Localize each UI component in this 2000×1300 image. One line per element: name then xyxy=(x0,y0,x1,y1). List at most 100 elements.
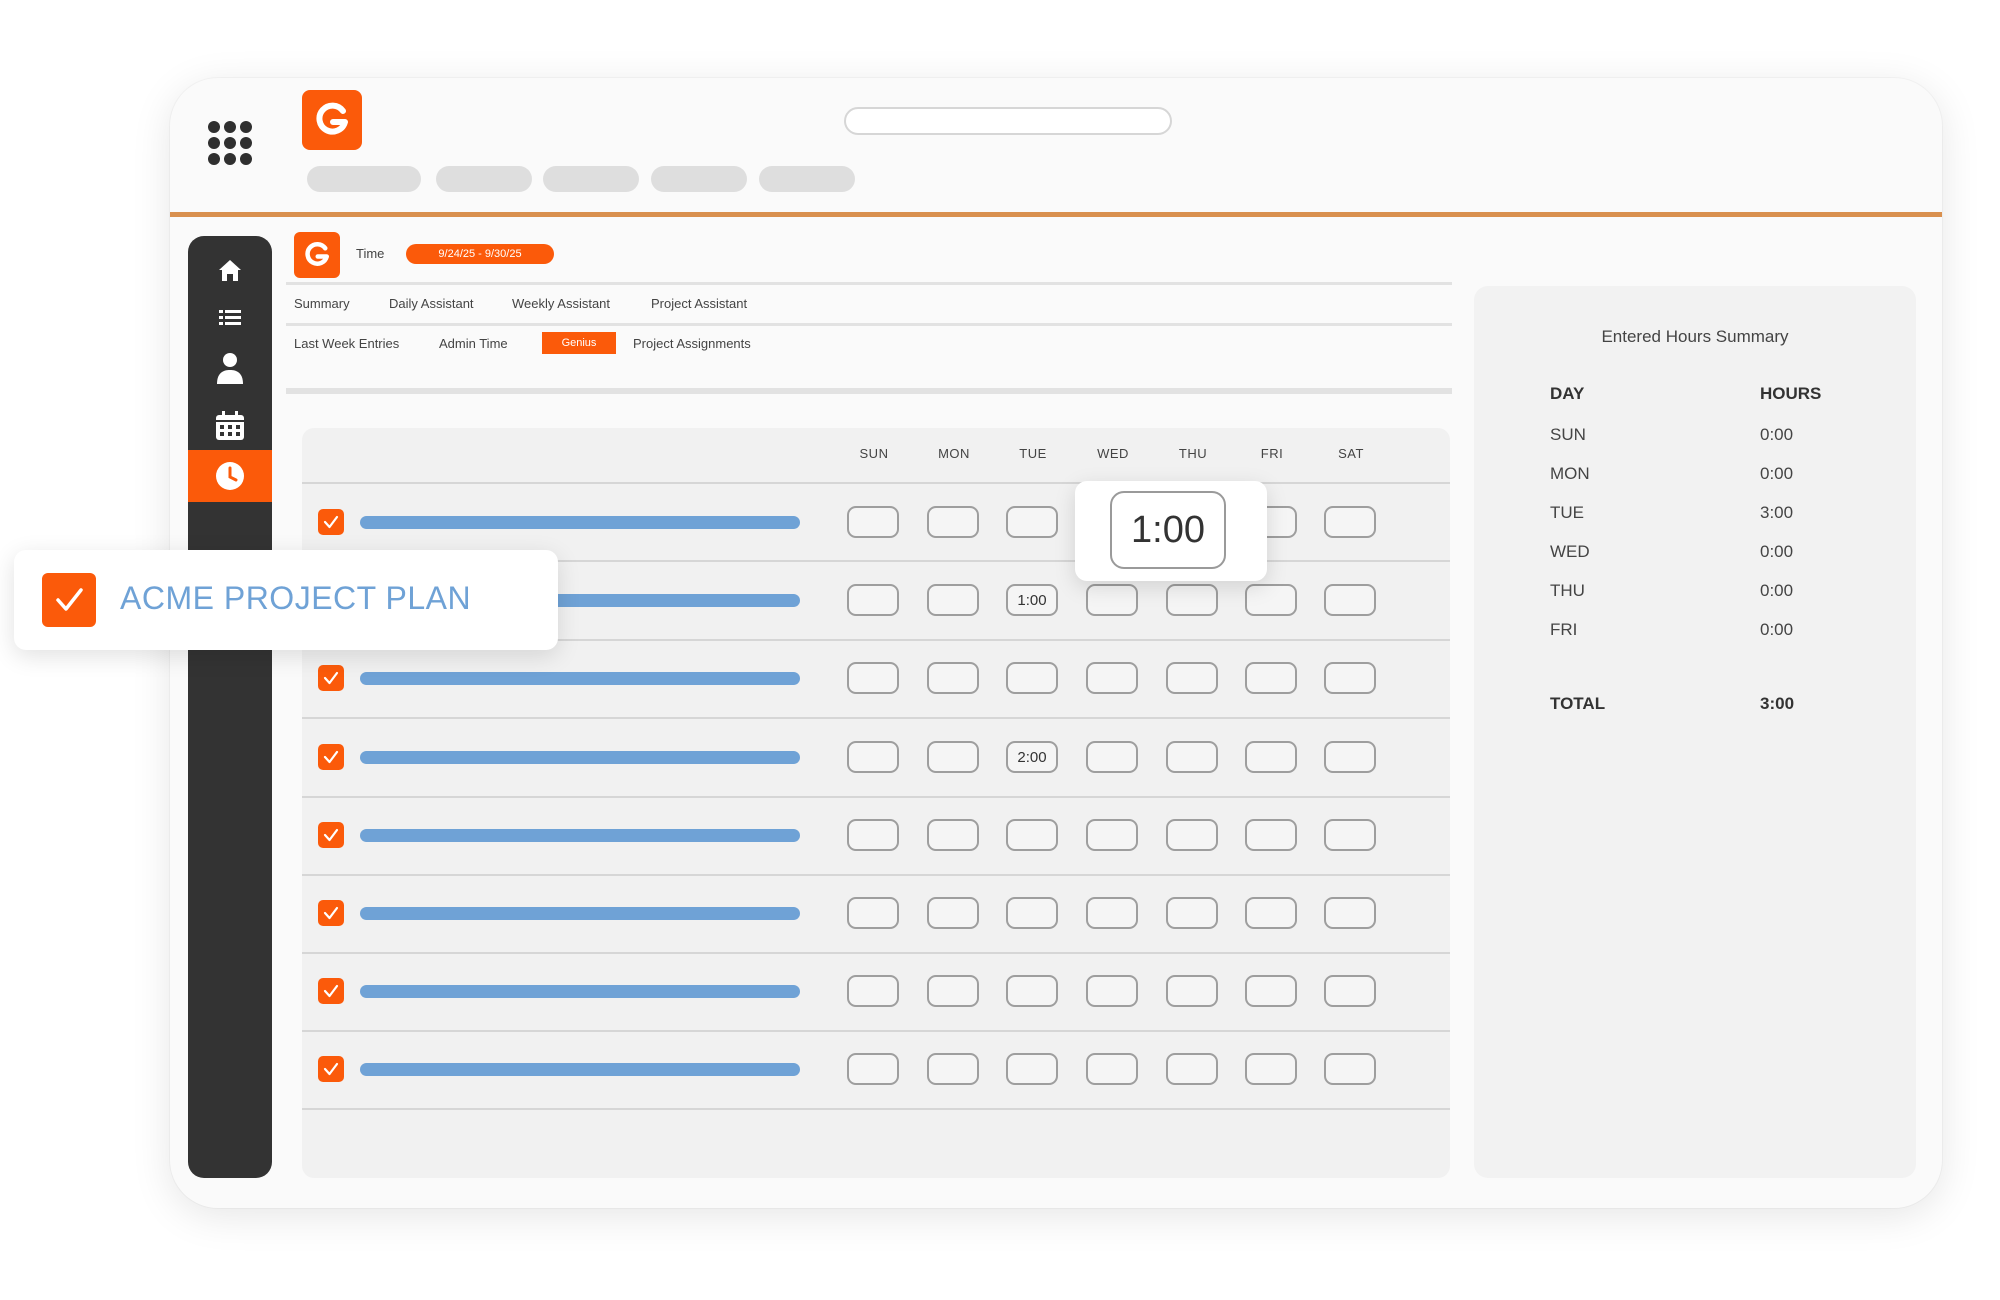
hours-cell-sun[interactable] xyxy=(847,897,899,929)
summary-hours: 0:00 xyxy=(1760,581,1794,600)
hours-cell-tue[interactable]: 2:00 xyxy=(1006,741,1058,773)
tab-weekly-assistant[interactable]: Weekly Assistant xyxy=(512,296,610,311)
hours-cell-sat[interactable] xyxy=(1324,897,1376,929)
hours-cell-mon[interactable] xyxy=(927,741,979,773)
hours-cell-fri[interactable] xyxy=(1245,584,1297,616)
apps-grid-icon[interactable] xyxy=(208,121,252,165)
hours-cell-mon[interactable] xyxy=(927,506,979,538)
hours-cell-sun[interactable] xyxy=(847,584,899,616)
hours-cell-mon[interactable] xyxy=(927,1053,979,1085)
tab-genius[interactable]: Genius xyxy=(542,332,616,354)
hours-cell-wed[interactable] xyxy=(1086,975,1138,1007)
hours-cell-tue[interactable] xyxy=(1006,1053,1058,1085)
hours-cell-thu[interactable] xyxy=(1166,741,1218,773)
row-checkbox[interactable] xyxy=(318,1056,344,1082)
hours-cell-fri[interactable] xyxy=(1245,741,1297,773)
hours-cell-tue[interactable] xyxy=(1006,662,1058,694)
search-input[interactable] xyxy=(844,107,1172,135)
hours-cell-wed[interactable] xyxy=(1086,1053,1138,1085)
tab-last-week-entries[interactable]: Last Week Entries xyxy=(294,336,399,351)
check-icon xyxy=(323,750,339,764)
nav-pill-4[interactable] xyxy=(651,166,747,192)
hours-cell-sun[interactable] xyxy=(847,975,899,1007)
hours-cell-thu[interactable] xyxy=(1166,975,1218,1007)
hours-cell-wed[interactable] xyxy=(1086,662,1138,694)
project-checkbox[interactable] xyxy=(42,573,96,627)
calendar-icon[interactable] xyxy=(188,404,272,448)
hours-cell-mon[interactable] xyxy=(927,584,979,616)
hours-cell-tue[interactable] xyxy=(1006,975,1058,1007)
list-icon[interactable] xyxy=(188,296,272,340)
nav-pill-1[interactable] xyxy=(307,166,421,192)
hours-cell-fri[interactable] xyxy=(1245,662,1297,694)
hours-cell-fri[interactable] xyxy=(1245,819,1297,851)
task-name-bar[interactable] xyxy=(360,516,800,529)
tab-admin-time[interactable]: Admin Time xyxy=(439,336,508,351)
hours-cell-wed[interactable] xyxy=(1086,897,1138,929)
clock-icon[interactable] xyxy=(188,450,272,502)
date-range-badge[interactable]: 9/24/25 - 9/30/25 xyxy=(406,244,554,264)
hours-cell-sat[interactable] xyxy=(1324,662,1376,694)
hours-cell-sun[interactable] xyxy=(847,1053,899,1085)
row-checkbox[interactable] xyxy=(318,744,344,770)
hours-cell-thu[interactable] xyxy=(1166,1053,1218,1085)
hours-cell-mon[interactable] xyxy=(927,819,979,851)
row-checkbox[interactable] xyxy=(318,822,344,848)
hours-cell-wed[interactable] xyxy=(1086,741,1138,773)
hours-cell-sat[interactable] xyxy=(1324,1053,1376,1085)
hours-cell-mon[interactable] xyxy=(927,662,979,694)
summary-total-label: TOTAL xyxy=(1550,694,1606,713)
task-name-bar[interactable] xyxy=(360,985,800,998)
hours-cell-tue[interactable] xyxy=(1006,819,1058,851)
day-header-wed: WED xyxy=(1097,446,1129,461)
summary-hours: 0:00 xyxy=(1760,542,1794,561)
tab-summary[interactable]: Summary xyxy=(294,296,350,311)
hours-cell-wed[interactable] xyxy=(1086,819,1138,851)
home-icon[interactable] xyxy=(188,248,272,292)
g-logo-icon[interactable] xyxy=(302,90,362,150)
hours-cell-thu[interactable] xyxy=(1166,819,1218,851)
nav-pill-2[interactable] xyxy=(436,166,532,192)
row-divider xyxy=(302,952,1450,954)
hours-cell-sat[interactable] xyxy=(1324,741,1376,773)
hours-cell-sat[interactable] xyxy=(1324,975,1376,1007)
hours-cell-mon[interactable] xyxy=(927,897,979,929)
hours-cell-sat[interactable] xyxy=(1324,506,1376,538)
task-name-bar[interactable] xyxy=(360,907,800,920)
hours-cell-tue[interactable] xyxy=(1006,506,1058,538)
hours-cell-sat[interactable] xyxy=(1324,819,1376,851)
hours-cell-fri[interactable] xyxy=(1245,1053,1297,1085)
hours-cell-mon[interactable] xyxy=(927,975,979,1007)
tab-daily-assistant[interactable]: Daily Assistant xyxy=(389,296,474,311)
tab-project-assignments[interactable]: Project Assignments xyxy=(633,336,751,351)
row-checkbox[interactable] xyxy=(318,900,344,926)
hours-cell-tue[interactable]: 1:00 xyxy=(1006,584,1058,616)
hours-cell-sun[interactable] xyxy=(847,662,899,694)
check-icon xyxy=(323,515,339,529)
task-name-bar[interactable] xyxy=(360,672,800,685)
row-checkbox[interactable] xyxy=(318,509,344,535)
hours-cell-sat[interactable] xyxy=(1324,584,1376,616)
task-name-bar[interactable] xyxy=(360,1063,800,1076)
task-name-bar[interactable] xyxy=(360,751,800,764)
hours-cell-thu[interactable] xyxy=(1166,584,1218,616)
hours-cell-sun[interactable] xyxy=(847,506,899,538)
hours-cell-thu[interactable] xyxy=(1166,897,1218,929)
row-checkbox[interactable] xyxy=(318,665,344,691)
task-name-bar[interactable] xyxy=(360,829,800,842)
hours-cell-sun[interactable] xyxy=(847,741,899,773)
hours-cell-wed[interactable] xyxy=(1086,584,1138,616)
hours-cell-fri[interactable] xyxy=(1245,975,1297,1007)
tab-project-assistant[interactable]: Project Assistant xyxy=(651,296,747,311)
hours-cell-sun[interactable] xyxy=(847,819,899,851)
popover-time-value[interactable]: 1:00 xyxy=(1110,491,1226,569)
row-divider xyxy=(302,1108,1450,1110)
user-icon[interactable] xyxy=(188,346,272,390)
summary-day: THU xyxy=(1550,581,1585,600)
nav-pill-5[interactable] xyxy=(759,166,855,192)
hours-cell-thu[interactable] xyxy=(1166,662,1218,694)
row-checkbox[interactable] xyxy=(318,978,344,1004)
hours-cell-tue[interactable] xyxy=(1006,897,1058,929)
hours-cell-fri[interactable] xyxy=(1245,897,1297,929)
nav-pill-3[interactable] xyxy=(543,166,639,192)
